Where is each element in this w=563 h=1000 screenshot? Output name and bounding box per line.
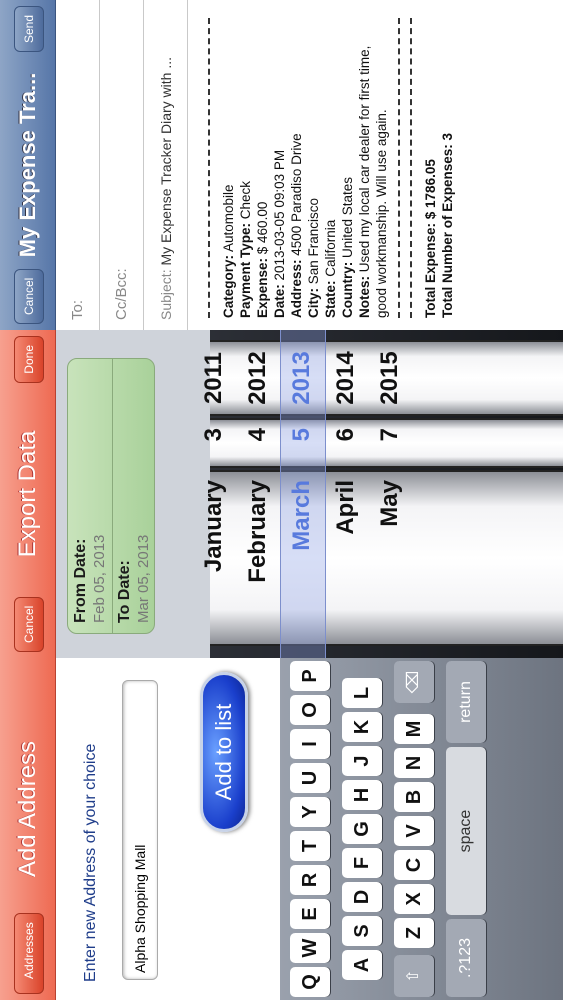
space-key[interactable]: space bbox=[446, 747, 486, 915]
picker-item[interactable]: 4 bbox=[236, 420, 280, 466]
month-wheel[interactable]: January February March April May bbox=[200, 470, 563, 646]
key-f[interactable]: F bbox=[342, 848, 382, 878]
keyboard: QWERTYUIOP ASDFGHJKL ⇧ ⌫ ZXCVBNM .?123 s… bbox=[280, 658, 563, 1000]
picker-item[interactable]: 7 bbox=[368, 420, 412, 466]
key-t[interactable]: T bbox=[290, 831, 330, 861]
divider bbox=[398, 18, 400, 318]
mail-composer-panel: Cancel My Expense Tra... Send To: Cc/Bcc… bbox=[0, 0, 563, 330]
body-payment: Payment Type: Check bbox=[238, 180, 253, 318]
picker-item[interactable]: 2015 bbox=[368, 342, 412, 414]
key-v[interactable]: V bbox=[394, 816, 434, 846]
body-expense: Expense: $ 460.00 bbox=[255, 201, 270, 318]
picker-item[interactable]: 3 bbox=[192, 420, 236, 466]
key-d[interactable]: D bbox=[342, 882, 382, 912]
keyboard-row: QWERTYUIOP bbox=[290, 658, 334, 1000]
picker-selection-bar bbox=[280, 330, 326, 658]
key-m[interactable]: M bbox=[394, 714, 434, 744]
key-g[interactable]: G bbox=[342, 814, 382, 844]
shift-key[interactable]: ⇧ bbox=[394, 955, 434, 997]
divider bbox=[410, 18, 412, 318]
done-button[interactable]: Done bbox=[14, 336, 44, 383]
picker-item[interactable]: 6 bbox=[324, 420, 368, 466]
divider bbox=[112, 359, 113, 633]
key-n[interactable]: N bbox=[394, 748, 434, 778]
picker-item[interactable]: 2012 bbox=[236, 342, 280, 414]
subject-value: My Expense Tracker Diary with ... bbox=[158, 57, 174, 266]
export-data-panel: Cancel Export Data Done From Date: Feb 0… bbox=[0, 330, 563, 658]
date-picker[interactable]: January February March April May 34567 2011 2… bbox=[200, 330, 563, 658]
key-x[interactable]: X bbox=[394, 884, 434, 914]
picker-item[interactable]: 2014 bbox=[324, 342, 368, 414]
day-wheel[interactable]: 34567 bbox=[200, 418, 563, 468]
year-wheel[interactable]: 2011 2012 2013 2014 2015 bbox=[200, 340, 563, 416]
export-data-view: Cancel Export Data Done From Date: Feb 0… bbox=[0, 330, 563, 658]
body-category: Category: Automobile bbox=[221, 184, 236, 318]
to-date-label: To Date: bbox=[116, 560, 133, 623]
body-state: State: California bbox=[323, 219, 338, 318]
key-w[interactable]: W bbox=[290, 933, 330, 963]
address-title: Add Address bbox=[14, 740, 41, 878]
to-field[interactable]: To: bbox=[56, 0, 100, 330]
key-u[interactable]: U bbox=[290, 763, 330, 793]
body-total-expense: Total Expense: $ 1786.05 bbox=[423, 159, 438, 318]
cc-label: Cc/Bcc: bbox=[113, 268, 130, 320]
body-date: Date: 2013-03-05 09:03 PM bbox=[272, 149, 287, 318]
key-z[interactable]: Z bbox=[394, 918, 434, 948]
mail-nav-bar: Cancel My Expense Tra... Send bbox=[0, 0, 56, 330]
date-range-card[interactable]: From Date: Feb 05, 2013 To Date: Mar 05,… bbox=[67, 358, 155, 634]
key-r[interactable]: R bbox=[290, 865, 330, 895]
picker-item[interactable]: April bbox=[324, 472, 368, 644]
keyboard-row: ⇧ ⌫ ZXCVBNM bbox=[394, 658, 438, 1000]
address-hint: Enter new Address of your choice bbox=[82, 743, 99, 982]
add-to-list-button[interactable]: Add to list bbox=[200, 672, 248, 832]
mail-composer-view: Cancel My Expense Tra... Send To: Cc/Bcc… bbox=[0, 0, 563, 330]
keyboard-row: ASDFGHJKL bbox=[342, 658, 386, 1000]
key-q[interactable]: Q bbox=[290, 967, 330, 997]
key-p[interactable]: P bbox=[290, 661, 330, 691]
divider bbox=[208, 18, 210, 318]
add-address-panel: Addresses Add Address Enter new Address … bbox=[0, 658, 563, 1000]
body-city: City: San Francisco bbox=[306, 197, 321, 318]
address-nav-bar: Addresses Add Address bbox=[0, 658, 56, 1000]
send-button[interactable]: Send bbox=[14, 6, 44, 53]
key-y[interactable]: Y bbox=[290, 797, 330, 827]
body-total-count: Total Number of Expenses: 3 bbox=[440, 132, 455, 318]
key-j[interactable]: J bbox=[342, 746, 382, 776]
key-c[interactable]: C bbox=[394, 850, 434, 880]
body-country: Country: United States bbox=[340, 176, 355, 318]
keyboard-row: .?123 space return bbox=[446, 658, 490, 1000]
body-notes: Notes: Used my local car dealer for firs… bbox=[357, 45, 389, 318]
subject-field[interactable]: Subject: My Expense Tracker Diary with .… bbox=[144, 0, 188, 330]
key-i[interactable]: I bbox=[290, 729, 330, 759]
body-address: Address: 4500 Paradiso Drive bbox=[289, 133, 304, 318]
picker-item[interactable]: January bbox=[192, 472, 236, 644]
picker-item[interactable]: 2011 bbox=[192, 342, 236, 414]
mail-body[interactable]: Category: Automobile Payment Type: Check… bbox=[200, 18, 456, 318]
delete-key[interactable]: ⌫ bbox=[394, 661, 434, 703]
numbers-key[interactable]: .?123 bbox=[446, 919, 486, 997]
address-input[interactable] bbox=[122, 680, 158, 980]
return-key[interactable]: return bbox=[446, 661, 486, 743]
to-label: To: bbox=[69, 299, 86, 320]
subject-label: Subject: bbox=[158, 269, 174, 320]
key-e[interactable]: E bbox=[290, 899, 330, 929]
from-date-label: From Date: bbox=[72, 538, 89, 623]
export-nav-bar: Cancel Export Data Done bbox=[0, 330, 56, 658]
key-s[interactable]: S bbox=[342, 916, 382, 946]
key-o[interactable]: O bbox=[290, 695, 330, 725]
key-l[interactable]: L bbox=[342, 678, 382, 708]
to-date-value[interactable]: Mar 05, 2013 bbox=[135, 535, 152, 623]
key-k[interactable]: K bbox=[342, 712, 382, 742]
cc-field[interactable]: Cc/Bcc: bbox=[100, 0, 144, 330]
picker-item[interactable]: May bbox=[368, 472, 412, 644]
add-address-view: Addresses Add Address Enter new Address … bbox=[0, 658, 563, 1000]
key-b[interactable]: B bbox=[394, 782, 434, 812]
key-h[interactable]: H bbox=[342, 780, 382, 810]
picker-item[interactable]: February bbox=[236, 472, 280, 644]
from-date-value[interactable]: Feb 05, 2013 bbox=[91, 535, 108, 623]
key-a[interactable]: A bbox=[342, 950, 382, 980]
